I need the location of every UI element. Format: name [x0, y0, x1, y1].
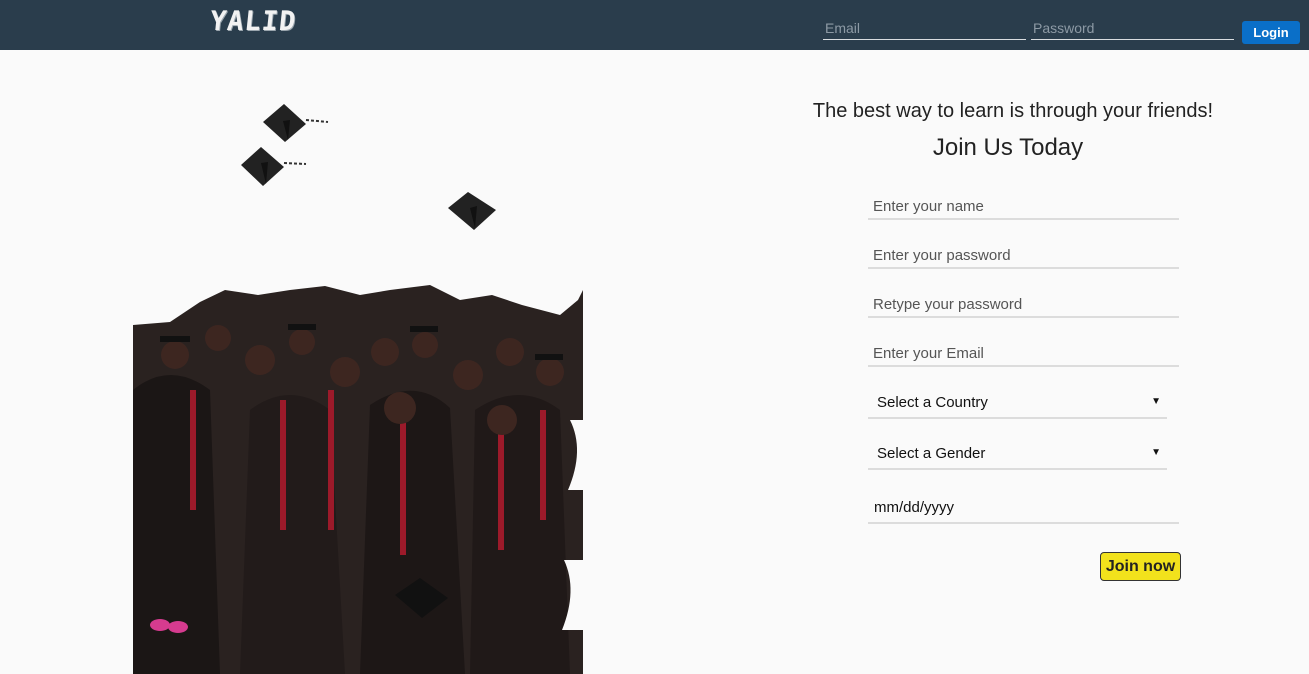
country-select-value: Select a Country: [877, 394, 988, 411]
gender-select-value: Select a Gender: [877, 445, 986, 462]
chevron-down-icon: ▼: [1151, 396, 1161, 407]
gender-select[interactable]: Select a Gender ▼: [868, 440, 1167, 470]
login-button[interactable]: Login: [1242, 21, 1300, 44]
join-now-button[interactable]: Join now: [1100, 552, 1181, 581]
header-email-input[interactable]: [823, 16, 1026, 40]
email-input[interactable]: [868, 341, 1179, 367]
header-password-input[interactable]: [1031, 16, 1234, 40]
site-logo[interactable]: YALID: [208, 6, 298, 37]
graduation-cap-icon: [263, 104, 329, 142]
birthdate-input[interactable]: mm/dd/yyyy: [868, 494, 1179, 524]
top-navbar: YALID Login: [0, 0, 1309, 50]
join-heading: Join Us Today: [932, 134, 1084, 161]
graduation-cap-icon: [241, 147, 307, 186]
password-input[interactable]: [868, 243, 1179, 269]
chevron-down-icon: ▼: [1151, 447, 1161, 458]
tagline: The best way to learn is through your fr…: [812, 100, 1214, 122]
graduation-cap-icon: [448, 192, 496, 230]
retype-password-input[interactable]: [868, 292, 1179, 318]
graduates-hero-image: [133, 104, 590, 674]
country-select[interactable]: Select a Country ▼: [868, 389, 1167, 419]
name-input[interactable]: [868, 194, 1179, 220]
birthdate-placeholder: mm/dd/yyyy: [874, 499, 955, 516]
